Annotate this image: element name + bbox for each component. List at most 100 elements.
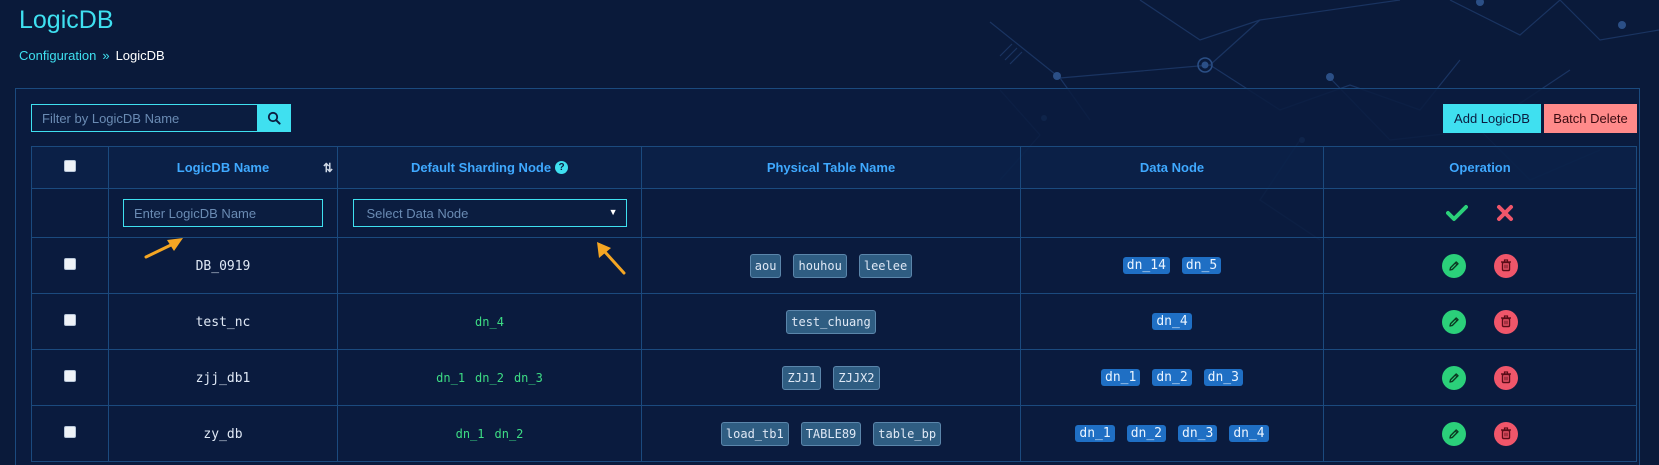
close-icon [1497, 205, 1513, 221]
cancel-button[interactable] [1496, 204, 1514, 222]
operation-cell [1323, 349, 1637, 406]
edit-button[interactable] [1442, 365, 1466, 390]
edit-button[interactable] [1442, 309, 1466, 334]
column-header-name-label: LogicDB Name [176, 160, 270, 175]
trash-icon [1501, 427, 1511, 440]
logicdb-name-cell: test_nc [108, 293, 338, 350]
logicdb-name: test_nc [195, 314, 251, 330]
select-all-checkbox[interactable] [64, 160, 76, 172]
breadcrumb-separator-icon: » [102, 48, 110, 63]
column-header-default-node-label: Default Sharding Node [410, 160, 552, 175]
data-node-tag: dn_1 [1101, 369, 1141, 386]
delete-button[interactable] [1494, 365, 1518, 390]
default-node-value: dn_2 [475, 371, 504, 385]
select-all-cell [31, 146, 109, 189]
row-checkbox[interactable] [64, 258, 76, 270]
breadcrumb-current: LogicDB [115, 48, 165, 63]
check-icon [1446, 205, 1468, 221]
table-row: zjj_db1 dn_1 dn_2 dn_3 ZJJ1 ZJJX2 dn_1 dn_2 dn_3 [31, 349, 1637, 406]
data-node-tag: dn_1 [1075, 425, 1115, 442]
operation-cell [1323, 405, 1637, 462]
caret-down-icon: ▼ [608, 207, 618, 217]
logicdb-name: DB_0919 [195, 258, 251, 274]
new-logicdb-row: Select Data Node ▼ [31, 188, 1637, 238]
row-checkbox[interactable] [64, 426, 76, 438]
new-row-operation-cell [1323, 188, 1637, 238]
row-select-cell [31, 349, 109, 406]
logicdb-name-cell: zy_db [108, 405, 338, 462]
trash-icon [1501, 259, 1511, 272]
default-node-value: dn_1 [436, 371, 466, 385]
data-node-select[interactable]: Select Data Node ▼ [352, 199, 627, 227]
edit-button[interactable] [1442, 253, 1466, 278]
default-node-value: dn_1 [455, 427, 485, 441]
table-header-row: LogicDB Name ⇅ Default Sharding Node ? P… [31, 146, 1637, 189]
column-header-name: LogicDB Name ⇅ [108, 146, 338, 189]
physical-table-cell: test_chuang [641, 293, 1021, 350]
physical-table-tag: aou [749, 253, 782, 278]
logicdb-name: zy_db [203, 426, 243, 442]
search-button[interactable] [257, 104, 291, 132]
data-node-select-placeholder: Select Data Node [366, 206, 469, 221]
data-node-tag: dn_4 [1229, 425, 1269, 442]
new-row-node-cell: Select Data Node ▼ [337, 188, 642, 238]
pencil-icon [1449, 316, 1459, 327]
confirm-button[interactable] [1446, 204, 1468, 222]
sort-icon[interactable]: ⇅ [323, 161, 333, 175]
pencil-icon [1449, 372, 1459, 383]
page-title: LogicDB [19, 6, 114, 34]
logicdb-panel: Add LogicDB Batch Delete LogicDB Name ⇅ … [15, 88, 1640, 465]
default-node-value: dn_4 [475, 315, 504, 329]
default-node-value: dn_2 [494, 427, 524, 441]
default-node-cell: dn_1 dn_2 dn_3 [337, 349, 642, 406]
data-node-tag: dn_3 [1203, 369, 1243, 386]
default-node-cell: dn_4 [337, 293, 642, 350]
batch-delete-button[interactable]: Batch Delete [1544, 104, 1637, 133]
logicdb-table: LogicDB Name ⇅ Default Sharding Node ? P… [31, 146, 1637, 462]
physical-table-tag: test_chuang [786, 309, 876, 334]
operation-buttons [1324, 421, 1636, 446]
table-row: test_nc dn_4 test_chuang dn_4 [31, 293, 1637, 350]
column-header-physical-table: Physical Table Name [641, 146, 1021, 189]
delete-button[interactable] [1494, 253, 1518, 278]
table-row: DB_0919 aou houhou leelee dn_14 dn_5 [31, 237, 1637, 294]
new-row-datanode-cell [1020, 188, 1324, 238]
data-node-tag: dn_2 [1152, 369, 1192, 386]
row-select-cell [31, 293, 109, 350]
pencil-icon [1449, 260, 1459, 271]
data-node-cell: dn_4 [1020, 293, 1324, 350]
physical-table-tag: TABLE89 [800, 421, 862, 446]
trash-icon [1501, 371, 1511, 384]
data-node-tag: dn_14 [1122, 257, 1170, 274]
search-box [31, 104, 291, 132]
new-row-physical-cell [641, 188, 1021, 238]
default-node-value: dn_3 [513, 371, 543, 385]
operation-buttons [1324, 365, 1636, 390]
logicdb-name-cell: DB_0919 [108, 237, 338, 294]
operation-buttons [1324, 253, 1636, 278]
column-header-data-node: Data Node [1020, 146, 1324, 189]
physical-table-tag: leelee [858, 253, 913, 278]
breadcrumb: Configuration » LogicDB [19, 48, 165, 63]
row-checkbox[interactable] [64, 370, 76, 382]
physical-table-cell: ZJJ1 ZJJX2 [641, 349, 1021, 406]
logicdb-name-cell: zjj_db1 [108, 349, 338, 406]
data-node-tag: dn_5 [1181, 257, 1222, 274]
delete-button[interactable] [1494, 309, 1518, 334]
breadcrumb-configuration-link[interactable]: Configuration [19, 48, 96, 63]
physical-table-tag: houhou [793, 253, 847, 278]
physical-table-tag: ZJJ1 [782, 365, 822, 390]
delete-button[interactable] [1494, 421, 1518, 446]
help-icon[interactable]: ? [555, 161, 569, 174]
add-logicdb-button[interactable]: Add LogicDB [1443, 104, 1541, 133]
physical-table-tag: table_bp [873, 421, 942, 446]
search-input[interactable] [31, 104, 257, 132]
logicdb-name-input[interactable] [123, 199, 323, 227]
data-node-cell: dn_14 dn_5 [1020, 237, 1324, 294]
row-checkbox[interactable] [64, 314, 76, 326]
edit-button[interactable] [1442, 421, 1466, 446]
new-row-select-cell [31, 188, 109, 238]
default-node-cell: dn_1 dn_2 [337, 405, 642, 462]
physical-table-tag: load_tb1 [720, 421, 789, 446]
physical-table-cell: load_tb1 TABLE89 table_bp [641, 405, 1021, 462]
